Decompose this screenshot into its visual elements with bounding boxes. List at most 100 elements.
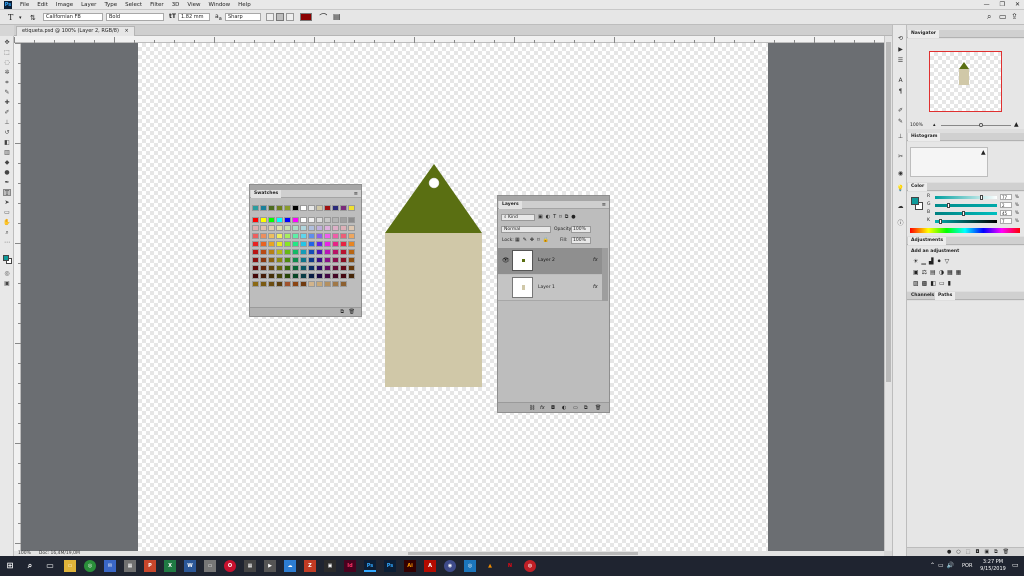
tag-body-rect[interactable] [385, 233, 482, 387]
path-selection-tool-icon[interactable]: ➤ [3, 199, 11, 206]
swatch[interactable] [332, 265, 339, 271]
navigator-zoom-slider[interactable] [941, 123, 1011, 127]
swatch[interactable] [332, 249, 339, 255]
swatch[interactable] [276, 205, 283, 211]
adjustments-row-2[interactable]: ▣⚖▤◑▦▦ [913, 269, 964, 276]
swatch[interactable] [316, 281, 323, 287]
swatch[interactable] [252, 273, 259, 279]
swatch[interactable] [292, 257, 299, 263]
swatch[interactable] [340, 225, 347, 231]
swatch[interactable] [324, 273, 331, 279]
swatch[interactable] [308, 265, 315, 271]
swatch[interactable] [316, 205, 323, 211]
color-channel-slider[interactable] [935, 219, 997, 224]
swatch[interactable] [324, 241, 331, 247]
swatch[interactable] [308, 281, 315, 287]
swatch[interactable] [276, 265, 283, 271]
media-icon[interactable]: ▶ [264, 560, 276, 572]
screen-mode-icon[interactable]: ▣ [3, 280, 11, 287]
swatch[interactable] [348, 217, 355, 223]
menu-view[interactable]: View [183, 2, 204, 8]
swatch[interactable] [268, 241, 275, 247]
warning-icon[interactable]: ▲ [981, 149, 986, 156]
align-right-button[interactable] [286, 13, 294, 21]
swatch[interactable] [324, 265, 331, 271]
app-icon[interactable]: ◎ [464, 560, 476, 572]
app-icon[interactable]: ▭ [204, 560, 216, 572]
panel-menu-icon[interactable]: ≡ [354, 190, 358, 198]
swatch[interactable] [324, 217, 331, 223]
blend-mode-select[interactable]: Normal [501, 226, 551, 233]
tab-navigator[interactable]: Navigator [908, 30, 939, 38]
type-tool-preset-icon[interactable]: T [8, 13, 13, 22]
swatch[interactable] [348, 241, 355, 247]
color-channel-thumb[interactable] [939, 219, 942, 224]
warp-text-icon[interactable]: ⌒ [318, 12, 326, 23]
notifications-icon[interactable]: ▭ [1012, 561, 1019, 569]
libraries-icon[interactable]: ☁ [896, 203, 905, 211]
swatch[interactable] [300, 273, 307, 279]
swatch[interactable] [284, 257, 291, 263]
swatch[interactable] [324, 233, 331, 239]
tab-paths[interactable]: Paths [935, 292, 956, 300]
swatch[interactable] [292, 225, 299, 231]
swatch[interactable] [284, 217, 291, 223]
info-icon[interactable]: ⓘ [896, 220, 905, 228]
swatch[interactable] [332, 281, 339, 287]
swatch[interactable] [260, 205, 267, 211]
language-indicator[interactable]: POR [962, 563, 972, 569]
search-icon[interactable]: ⌕ [24, 560, 36, 572]
maximize-button[interactable]: ❐ [1000, 1, 1005, 8]
acrobat-icon[interactable]: A [424, 560, 436, 572]
swatch[interactable] [300, 225, 307, 231]
move-tool-icon[interactable]: ✥ [3, 39, 11, 46]
color-fg-swatch[interactable] [911, 197, 919, 205]
document-tab[interactable]: etiqueta.psd @ 100% (Layer 2, RGB/8) × [16, 26, 135, 36]
brushes-icon[interactable]: ✎ [896, 118, 905, 126]
swatch[interactable] [284, 265, 291, 271]
font-style-select[interactable]: Bold [106, 13, 164, 21]
eyedropper-tool-icon[interactable]: ✎ [3, 89, 11, 96]
crop-tool-icon[interactable]: ⌗ [3, 79, 11, 86]
swatch[interactable] [332, 273, 339, 279]
swatch[interactable] [284, 281, 291, 287]
swatch[interactable] [268, 233, 275, 239]
history-brush-tool-icon[interactable]: ↺ [3, 129, 11, 136]
close-tab-icon[interactable]: × [125, 28, 129, 34]
swatch[interactable] [260, 217, 267, 223]
swatch[interactable] [268, 217, 275, 223]
opacity-input[interactable]: 100% [571, 226, 591, 233]
trash-icon[interactable]: 🗑 [349, 309, 355, 315]
swatch[interactable] [324, 225, 331, 231]
zoom-tool-icon[interactable]: ⌕ [3, 229, 11, 236]
swatch[interactable] [308, 217, 315, 223]
swatch[interactable] [284, 241, 291, 247]
swatch[interactable] [316, 265, 323, 271]
dodge-tool-icon[interactable]: ● [3, 169, 11, 176]
menu-type[interactable]: Type [100, 2, 121, 8]
swatch[interactable] [292, 241, 299, 247]
swatch[interactable] [260, 225, 267, 231]
tab-channels[interactable]: Channels [908, 292, 937, 300]
swatch[interactable] [292, 273, 299, 279]
swatch[interactable] [268, 273, 275, 279]
swatch[interactable] [268, 265, 275, 271]
onedrive-icon[interactable]: ☁ [284, 560, 296, 572]
menu-help[interactable]: Help [234, 2, 255, 8]
document-canvas[interactable] [138, 43, 768, 551]
swatch[interactable] [268, 225, 275, 231]
vertical-scrollbar[interactable] [884, 36, 892, 551]
minimize-button[interactable]: — [984, 1, 990, 8]
swatch[interactable] [348, 257, 355, 263]
swatch[interactable] [316, 225, 323, 231]
file-explorer-icon[interactable]: ▭ [64, 560, 76, 572]
swatch[interactable] [308, 205, 315, 211]
layer-fx-badge[interactable]: fx [593, 257, 598, 263]
swatch[interactable] [252, 257, 259, 263]
clone-stamp-tool-icon[interactable]: ⊥ [3, 119, 11, 126]
swatch[interactable] [292, 265, 299, 271]
swatch[interactable] [260, 233, 267, 239]
swatch[interactable] [252, 217, 259, 223]
swatch[interactable] [324, 249, 331, 255]
swatch[interactable] [332, 205, 339, 211]
